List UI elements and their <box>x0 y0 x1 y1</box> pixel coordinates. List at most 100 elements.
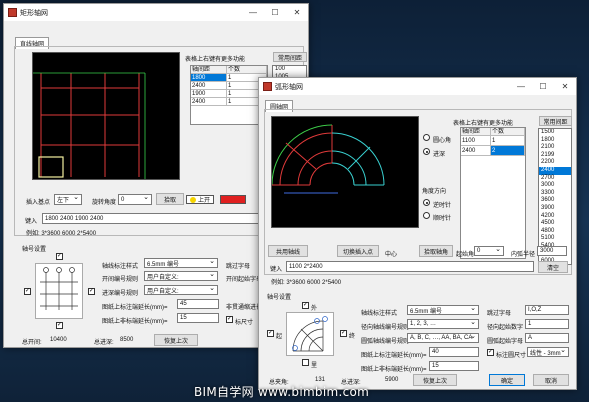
table-cell[interactable]: 2400 <box>191 82 227 90</box>
table-tip-label: 表格上右键有更多功能 <box>185 57 246 63</box>
list-item[interactable]: 1500 <box>539 129 571 137</box>
table-cell[interactable]: 1100 <box>461 136 491 146</box>
axis-top-checkbox[interactable]: ✓ <box>56 253 63 260</box>
spacing-table[interactable]: 轴间距 个数 1800 1 2400 1 1900 1 2400 1 <box>190 65 268 125</box>
list-item[interactable]: 100 <box>273 66 306 74</box>
start-angle-select[interactable]: 0 <box>474 246 504 256</box>
pick-angle-button[interactable]: 拾取轴角 <box>419 245 453 257</box>
input-label: 键入 <box>25 219 38 225</box>
minimize-icon[interactable]: — <box>242 4 264 21</box>
arc-axis-diagram <box>286 312 334 356</box>
list-item[interactable]: 2700 <box>539 175 571 183</box>
upper-len-input[interactable]: 40 <box>429 347 479 357</box>
restore-button[interactable]: 恢复上次 <box>413 374 457 386</box>
mark-label: 标尺寸 <box>235 320 254 326</box>
clear-button[interactable]: 清空 <box>538 261 568 273</box>
inner-checkbox[interactable] <box>302 359 309 366</box>
list-item[interactable]: 2199 <box>539 152 571 160</box>
axis-left-checkbox[interactable]: ✓ <box>24 288 31 295</box>
spacing-input[interactable]: 1800 2400 1900 2400 <box>42 213 262 224</box>
radio-arc-angle[interactable] <box>423 134 430 141</box>
list-item[interactable]: 3900 <box>539 205 571 213</box>
axis-style-label: 轴线标注样式 <box>361 311 398 317</box>
list-item[interactable]: 3600 <box>539 197 571 205</box>
upper-len-input[interactable]: 45 <box>177 299 219 309</box>
radio-depth[interactable] <box>423 148 430 155</box>
axis-style-select[interactable]: 6.5mm 编号 <box>407 305 479 315</box>
inner-radius-input[interactable]: 3000 <box>537 246 567 256</box>
option-left-box[interactable]: 左进 <box>220 195 246 204</box>
close-icon[interactable]: ✕ <box>554 78 576 95</box>
start-side-checkbox[interactable]: ✓ <box>267 330 274 337</box>
table-cell[interactable]: 2400 <box>191 98 227 106</box>
insert-point-select[interactable]: 左下 <box>54 194 82 205</box>
radio-cw-label: 顺时针 <box>433 216 452 222</box>
lower-len-input[interactable]: 15 <box>177 313 219 323</box>
list-item[interactable]: 5100 <box>539 235 571 243</box>
arc-rule-select[interactable]: A, B, C, …, AA, BA, CA <box>407 333 479 343</box>
center-label: 中心 <box>385 252 398 258</box>
close-icon[interactable]: ✕ <box>286 4 308 21</box>
total-depth-value: 8500 <box>120 337 134 343</box>
spacing-list[interactable]: 1500 1800 2100 2199 2200 2400 2700 3000 … <box>538 128 572 265</box>
radial-start-input[interactable]: 1 <box>525 319 569 329</box>
list-item[interactable]: 3000 <box>539 182 571 190</box>
open-rule-select[interactable]: 用户自定义: <box>144 271 218 281</box>
axis-bottom-checkbox[interactable]: ✓ <box>56 322 63 329</box>
table-cell[interactable]: 1 <box>491 136 525 146</box>
mark-checkbox[interactable]: ✓ <box>487 349 494 356</box>
arc-preview-canvas[interactable] <box>271 116 419 228</box>
radio-cw[interactable] <box>423 212 430 219</box>
option-up-box[interactable]: 上开 <box>186 195 214 204</box>
list-item[interactable]: 4200 <box>539 213 571 221</box>
example-label: 例如: 3*3600 6000 2*5400 <box>271 280 342 286</box>
pick-button[interactable]: 拾取 <box>156 193 184 205</box>
table-cell[interactable]: 1900 <box>191 90 227 98</box>
mark-checkbox[interactable]: ✓ <box>226 316 233 323</box>
list-item[interactable]: 1800 <box>539 137 571 145</box>
restore-button[interactable]: 恢复上次 <box>154 334 198 346</box>
list-item-selected[interactable]: 2400 <box>539 166 571 175</box>
list-item[interactable]: 3300 <box>539 190 571 198</box>
maximize-icon[interactable]: ☐ <box>264 4 286 21</box>
table-cell[interactable]: 2 <box>491 146 525 156</box>
axis-right-checkbox[interactable]: ✓ <box>88 288 95 295</box>
radio-arc-angle-label: 圆心角 <box>433 138 452 144</box>
maximize-icon[interactable]: ☐ <box>532 78 554 95</box>
total-depth-label: 总进深: <box>94 340 114 346</box>
list-item[interactable]: 2200 <box>539 159 571 167</box>
list-item[interactable]: 4800 <box>539 228 571 236</box>
common-spacing-button[interactable]: 常用间距 <box>539 116 572 126</box>
start-angle-label: 起始角 <box>456 252 475 258</box>
axis-style-select[interactable]: 6.5mm 编号 <box>144 258 218 268</box>
grid-preview-canvas[interactable] <box>32 52 180 180</box>
depth-rule-select[interactable]: 用户自定义: <box>144 285 218 295</box>
spacing-table[interactable]: 轴间距 个数 1100 1 2400 2 <box>460 127 526 259</box>
list-item[interactable]: 2100 <box>539 144 571 152</box>
common-spacing-button[interactable]: 常用间距 <box>273 52 307 62</box>
shared-axis-button[interactable]: 共用轴线 <box>268 245 308 257</box>
radial-rule-select[interactable]: 1, 2, 3, … <box>407 319 479 329</box>
table-cell[interactable]: 1800 <box>191 74 227 82</box>
cancel-button[interactable]: 取消 <box>533 374 569 386</box>
rotate-select[interactable]: 0 <box>118 194 152 205</box>
arc-start-input[interactable]: A <box>525 333 569 343</box>
minimize-icon[interactable]: — <box>510 78 532 95</box>
ok-button[interactable]: 确定 <box>489 374 525 386</box>
end-side-checkbox[interactable]: ✓ <box>340 330 347 337</box>
list-item[interactable]: 4500 <box>539 220 571 228</box>
skip-input[interactable]: I,O,Z <box>525 305 569 315</box>
app-icon <box>263 82 272 91</box>
radial-rule-label: 径向轴线编号规则 <box>361 325 410 331</box>
spacing-input[interactable]: 1100 2*2400 <box>286 261 534 272</box>
mark-select[interactable]: 线性 - 3mm <box>527 347 569 357</box>
table-cell[interactable]: 2400 <box>461 146 491 156</box>
title-bar: 弧形轴网 — ☐ ✕ <box>259 78 576 95</box>
switch-insert-button[interactable]: 切换插入点 <box>337 245 379 257</box>
input-label: 键入 <box>270 267 283 273</box>
radio-ccw[interactable] <box>423 199 430 206</box>
outer-label: 外 <box>311 306 318 312</box>
lower-len-input[interactable]: 15 <box>429 361 479 371</box>
open-rule-label: 开间编号规则 <box>102 277 139 283</box>
outer-checkbox[interactable]: ✓ <box>302 302 309 309</box>
